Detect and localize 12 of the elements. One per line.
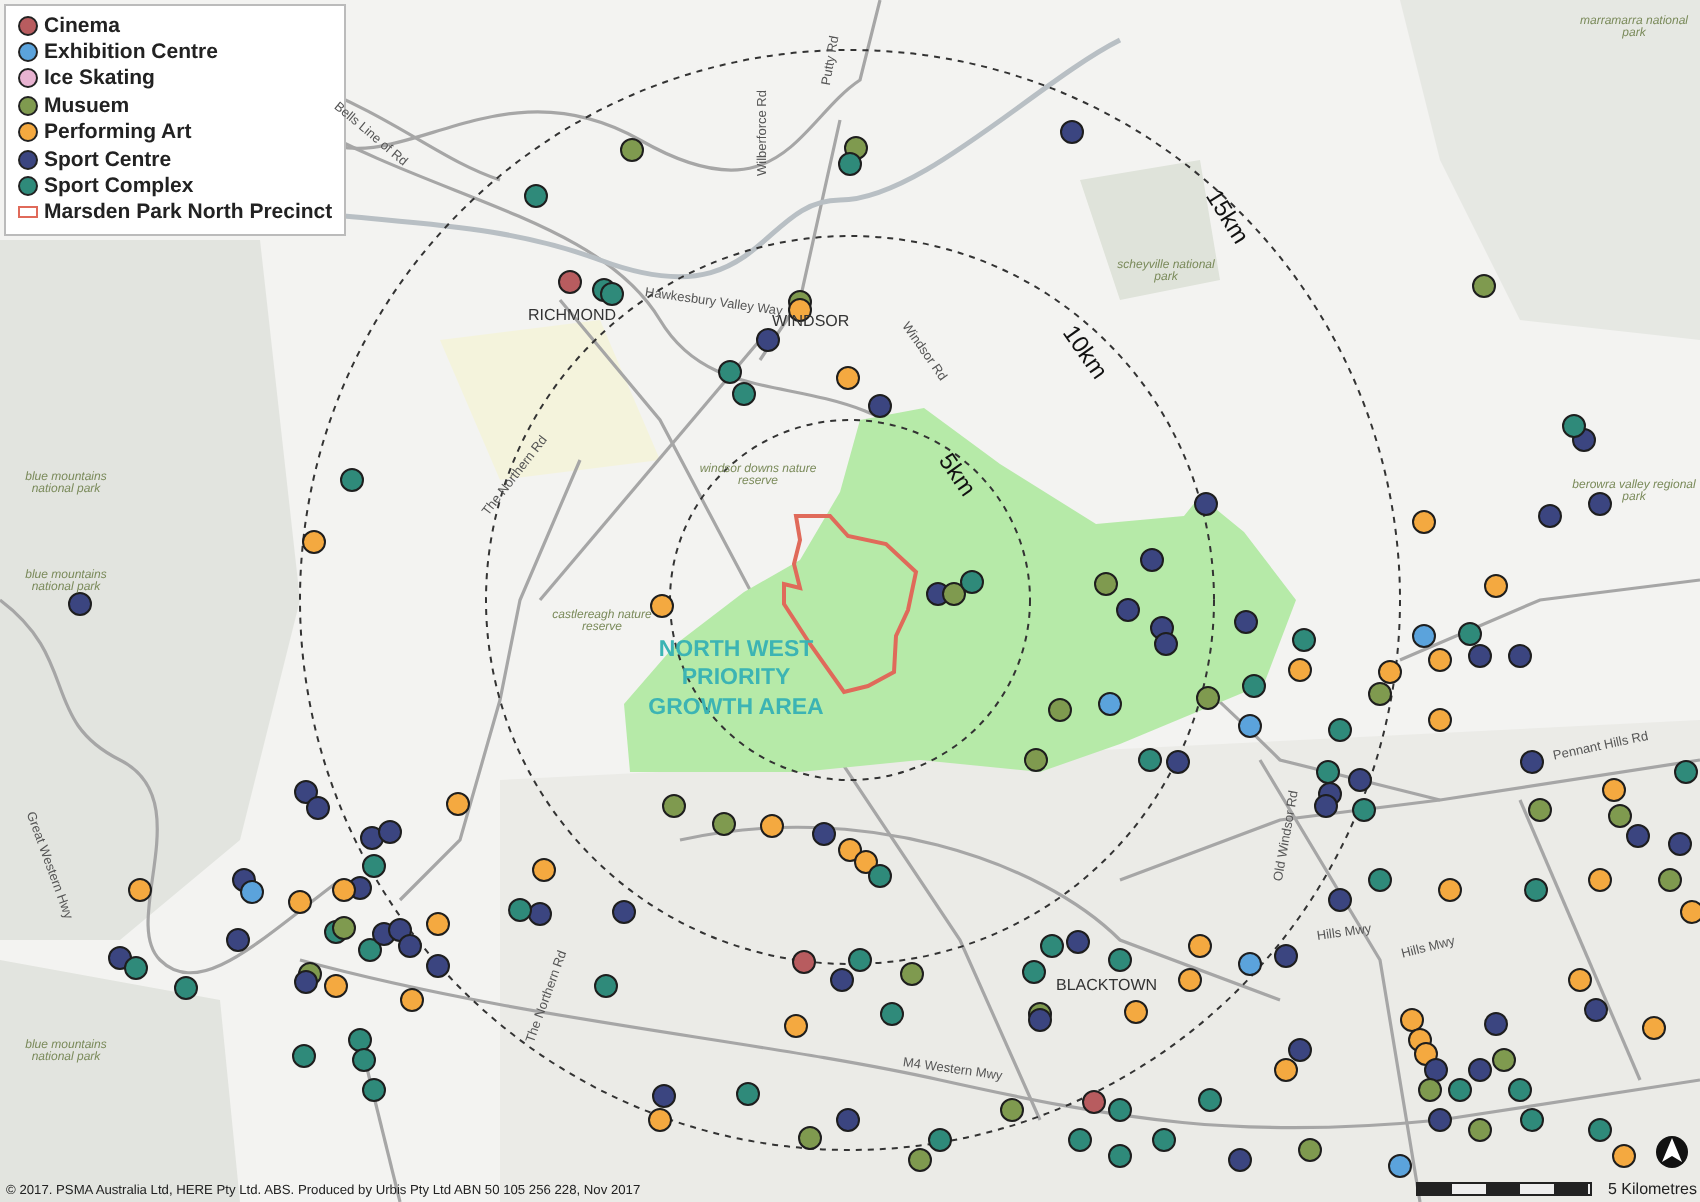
legend-label: Musuem [44,93,130,118]
scale-label: 5 Kilometres [1608,1180,1697,1198]
legend-label: Cinema [44,13,120,38]
legend-label: Exhibition Centre [44,40,218,65]
legend-label: Marsden Park North Precinct [44,200,333,225]
place-label: BLACKTOWN [1056,976,1158,994]
legend-label: Performing Art [44,120,192,145]
legend-label: Sport Complex [44,174,194,199]
place-label: RICHMOND [528,306,616,324]
legend-label: Ice Skating [44,66,155,91]
legend-label: Sport Centre [44,147,172,172]
place-label: WINDSOR [772,312,850,330]
